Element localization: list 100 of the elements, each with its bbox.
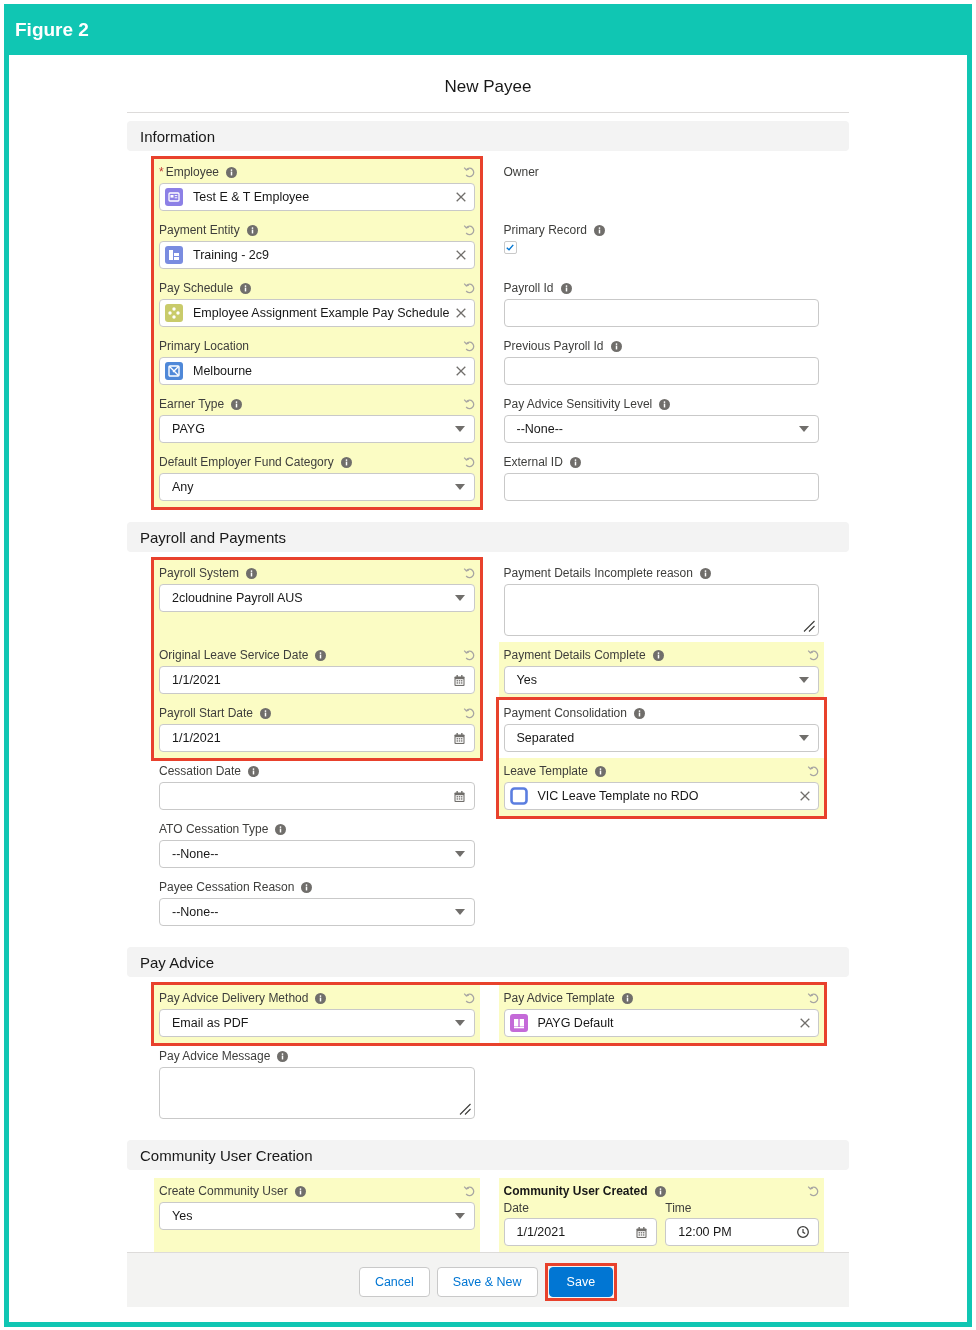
lookup-field[interactable]: Training - 2c9 (159, 241, 475, 269)
dropdown-field[interactable]: Yes (159, 1202, 475, 1230)
field-label: Pay Advice Template (503, 991, 615, 1005)
text-field[interactable] (503, 357, 819, 385)
save-button[interactable]: Save (548, 1267, 614, 1297)
field-label: Leave Template (503, 764, 588, 778)
field-label: Date (503, 1200, 529, 1216)
dropdown-field[interactable]: Any (159, 473, 475, 501)
caret-icon (799, 426, 809, 432)
dropdown-field[interactable]: Separated (503, 724, 819, 752)
info-icon[interactable] (231, 398, 243, 410)
field-label: External ID (503, 455, 563, 469)
info-icon[interactable] (633, 707, 645, 719)
textarea-field[interactable] (159, 1067, 475, 1119)
info-icon[interactable] (294, 1185, 306, 1197)
field-label: Previous Payroll Id (503, 339, 604, 353)
info-icon[interactable] (246, 224, 258, 236)
clock-icon[interactable] (797, 1226, 809, 1238)
info-icon[interactable] (340, 456, 352, 468)
section-header: Payroll and Payments (127, 522, 849, 552)
calendar-icon[interactable] (453, 674, 465, 686)
info-icon[interactable] (240, 282, 252, 294)
save-and-new-button[interactable]: Save & New (436, 1267, 538, 1297)
info-icon[interactable] (315, 992, 327, 1004)
caret-icon (454, 851, 465, 857)
field-label: Primary Record (503, 223, 587, 237)
field-label: Payroll Id (503, 281, 554, 295)
field-label: Default Employer Fund Category (159, 455, 334, 469)
calendar-icon[interactable] (453, 790, 465, 802)
lookup-field[interactable]: Melbourne (159, 357, 475, 385)
date-field[interactable] (159, 782, 475, 810)
text-field[interactable] (503, 299, 819, 327)
lookup-field[interactable]: Employee Assignment Example Pay Schedule (159, 299, 475, 327)
clear-icon[interactable] (455, 250, 466, 260)
dropdown-field[interactable]: Email as PDF (159, 1009, 475, 1037)
dropdown-field[interactable]: PAYG (159, 415, 475, 443)
calendar-icon[interactable] (453, 732, 465, 744)
caret-icon (454, 595, 465, 601)
cancel-button[interactable]: Cancel (358, 1267, 430, 1297)
required-mark: * (159, 165, 164, 179)
field-label: Original Leave Service Date (159, 648, 309, 662)
time-field[interactable]: 12:00 PM (665, 1218, 819, 1246)
dropdown-field[interactable]: --None-- (503, 415, 819, 443)
field-label: Create Community User (159, 1184, 288, 1198)
field-label: Community User Created (503, 1184, 648, 1198)
caret-icon (799, 677, 809, 683)
info-icon[interactable] (277, 1050, 289, 1062)
date-field[interactable]: 1/1/2021 (159, 724, 475, 752)
dropdown-field[interactable]: --None-- (159, 840, 475, 868)
field-label: Payment Details Incomplete reason (503, 566, 693, 580)
clear-icon[interactable] (455, 366, 466, 376)
info-icon[interactable] (699, 567, 711, 579)
info-icon[interactable] (275, 823, 287, 835)
date-field[interactable]: 1/1/2021 (159, 666, 475, 694)
info-icon[interactable] (595, 765, 606, 777)
checkbox[interactable] (503, 241, 517, 254)
clear-icon[interactable] (455, 192, 466, 202)
dropdown-field[interactable]: --None-- (159, 898, 475, 926)
field-label: Payment Details Complete (503, 648, 646, 662)
field-label: Primary Location (159, 339, 250, 353)
resize-handle-icon[interactable] (803, 620, 815, 632)
info-icon[interactable] (260, 707, 272, 719)
lookup-field[interactable]: Test E & T Employee (159, 183, 475, 211)
lookup-field[interactable]: VIC Leave Template no RDO (503, 782, 819, 810)
caret-icon (454, 909, 465, 915)
field-label: Owner (503, 165, 539, 179)
clear-icon[interactable] (800, 791, 810, 801)
info-icon[interactable] (560, 282, 572, 294)
section-header: Information (127, 121, 849, 151)
info-icon[interactable] (659, 398, 671, 410)
textarea-field[interactable] (503, 584, 819, 636)
calendar-icon[interactable] (636, 1226, 648, 1238)
info-icon[interactable] (593, 224, 605, 236)
clear-icon[interactable] (455, 308, 466, 318)
info-icon[interactable] (610, 340, 622, 352)
field-label: Payment Entity (159, 223, 240, 237)
info-icon[interactable] (248, 765, 260, 777)
field-label: Earner Type (159, 397, 225, 411)
dropdown-field[interactable]: Yes (503, 666, 819, 694)
info-icon[interactable] (315, 649, 327, 661)
info-icon[interactable] (621, 992, 633, 1004)
lookup-field[interactable]: PAYG Default (503, 1009, 819, 1037)
clear-icon[interactable] (800, 1018, 810, 1028)
info-icon[interactable] (652, 649, 664, 661)
resize-handle-icon[interactable] (458, 1103, 471, 1115)
dropdown-field[interactable]: 2cloudnine Payroll AUS (159, 584, 475, 612)
text-field[interactable] (503, 473, 819, 501)
caret-icon (799, 735, 809, 741)
info-icon[interactable] (569, 456, 581, 468)
info-icon[interactable] (246, 567, 258, 579)
info-icon[interactable] (226, 166, 238, 178)
caret-icon (454, 1020, 465, 1026)
field-label: Time (665, 1200, 692, 1216)
field-label: Pay Advice Sensitivity Level (503, 397, 653, 411)
info-icon[interactable] (301, 881, 313, 893)
info-icon[interactable] (654, 1185, 666, 1197)
field-label: Pay Schedule (159, 281, 234, 295)
field-label: Pay Advice Delivery Method (159, 991, 309, 1005)
field-label: Cessation Date (159, 764, 242, 778)
date-field[interactable]: 1/1/2021 (503, 1218, 658, 1246)
